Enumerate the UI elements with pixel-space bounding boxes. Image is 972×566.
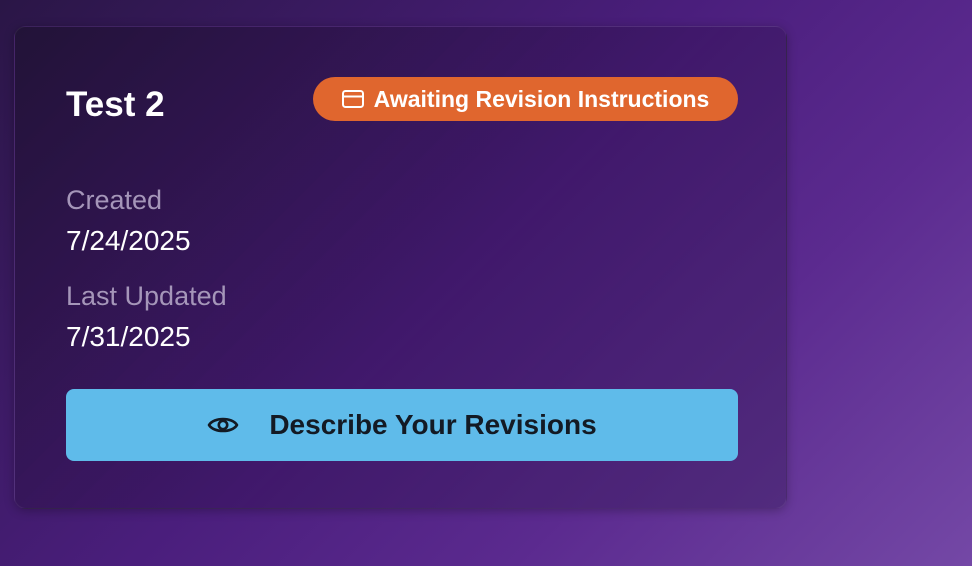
card-title: Test 2 xyxy=(66,85,165,124)
credit-card-icon xyxy=(341,90,364,108)
created-label: Created xyxy=(66,185,163,215)
created-date: 7/24/2025 xyxy=(66,225,191,256)
eye-icon xyxy=(207,413,239,437)
describe-revisions-button[interactable]: Describe Your Revisions xyxy=(66,389,738,461)
project-card: Test 2 Awaiting Revision Instructions Cr… xyxy=(14,26,787,509)
last-updated-date: 7/31/2025 xyxy=(66,321,191,352)
describe-revisions-label: Describe Your Revisions xyxy=(269,409,597,440)
last-updated-label: Last Updated xyxy=(66,281,227,311)
status-badge-label: Awaiting Revision Instructions xyxy=(373,85,710,112)
status-badge: Awaiting Revision Instructions xyxy=(313,77,738,121)
